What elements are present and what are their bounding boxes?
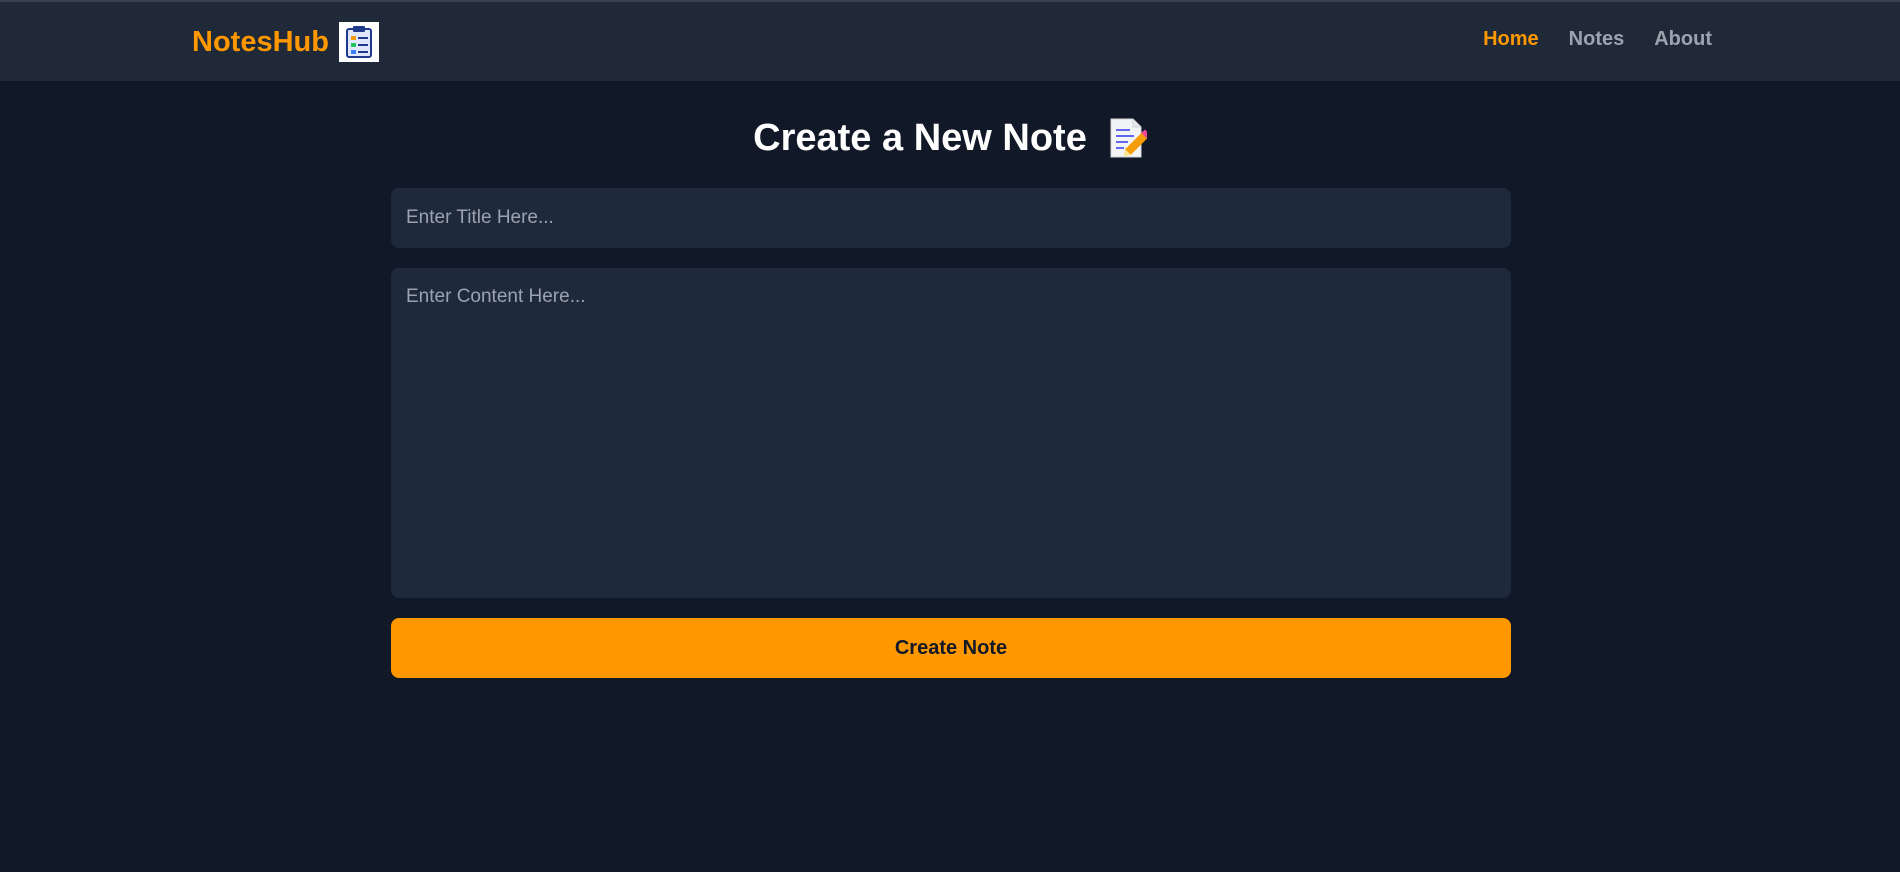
nav-links: Home Notes About [1483,28,1712,51]
nav-link-about[interactable]: About [1654,28,1712,51]
nav-link-home[interactable]: Home [1483,28,1539,51]
note-content-input[interactable] [391,268,1511,598]
memo-pencil-icon [1107,117,1151,159]
brand-link[interactable]: NotesHub [192,22,379,62]
create-note-button[interactable]: Create Note [391,618,1511,678]
page-title-text: Create a New Note [753,116,1087,159]
clipboard-notes-icon [338,22,379,62]
navbar: NotesHub Home Notes About [0,2,1900,81]
note-title-input[interactable] [391,188,1511,248]
brand-name: NotesHub [192,26,329,58]
page: NotesHub Home Notes About Create a New N… [0,0,1900,872]
page-title: Create a New Note [0,112,1900,164]
nav-link-notes[interactable]: Notes [1569,28,1625,51]
